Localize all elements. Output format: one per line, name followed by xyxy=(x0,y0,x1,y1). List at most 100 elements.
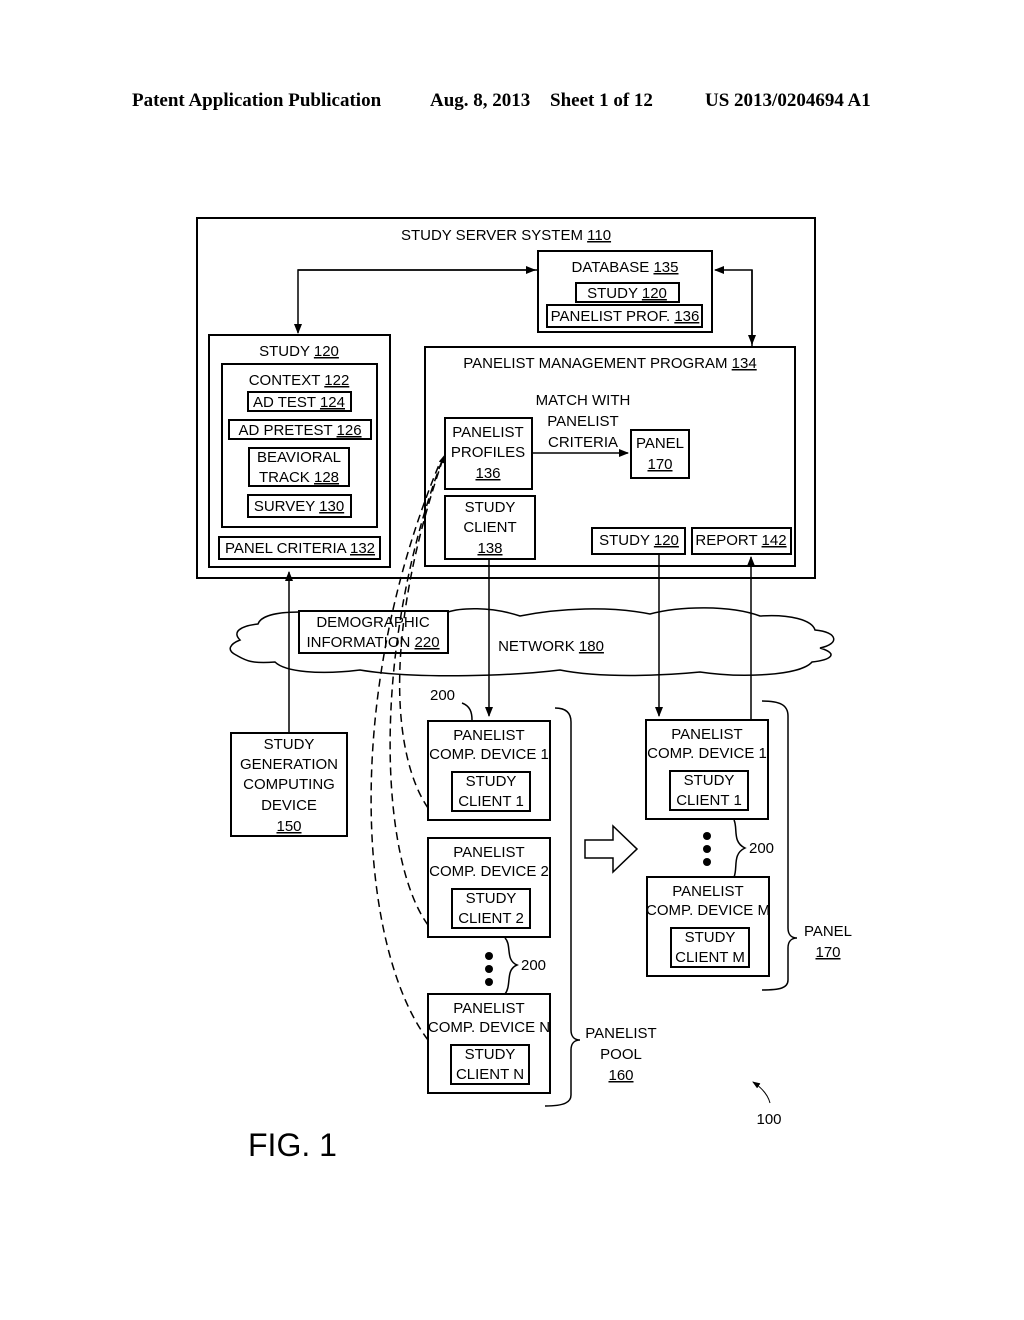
svg-text:CONTEXT 122: CONTEXT 122 xyxy=(249,372,350,389)
svg-text:PANEL CRITERIA 132: PANEL CRITERIA 132 xyxy=(225,540,375,557)
pmp-client-ref-text: 138 xyxy=(477,540,502,557)
pmp-profiles-line1-text: PANELIST xyxy=(452,424,523,441)
study-box: STUDY 120 CONTEXT 122 AD TEST 124 AD PRE… xyxy=(208,334,391,568)
pool-devices-2-client1-text: STUDY xyxy=(465,1046,516,1063)
svg-text:AD PRETEST 126: AD PRETEST 126 xyxy=(238,422,361,439)
pmp-panel-ref-text: 170 xyxy=(647,456,672,473)
demographic-ref-text: 220 xyxy=(415,634,440,651)
svg-text:REPORT 142: REPORT 142 xyxy=(695,532,786,549)
svg-text:SURVEY 130: SURVEY 130 xyxy=(254,498,344,515)
pool-device-2: PANELIST COMP. DEVICE 2 STUDY CLIENT 2 xyxy=(427,837,551,938)
demographic-line1-text: DEMOGRAPHIC xyxy=(316,614,430,631)
db-study-arrow xyxy=(294,269,538,334)
panel-devices-0-client1-text: STUDY xyxy=(684,772,735,789)
panel-devices-0-line2-text: COMP. DEVICE 1 xyxy=(647,745,767,762)
pmp-match-line1-text: MATCH WITH xyxy=(536,392,631,409)
pool-devices-2-line2-text: COMP. DEVICE N xyxy=(428,1019,550,1036)
panel-device-brace xyxy=(733,819,747,878)
demographic-information-box: DEMOGRAPHIC INFORMATION 220 xyxy=(298,610,449,654)
svg-text:AD TEST 124: AD TEST 124 xyxy=(253,394,345,411)
db-pmp-arrow xyxy=(714,266,753,346)
panel-devices-1-line1-text: PANELIST xyxy=(672,883,743,900)
study-survey-ref-text: 130 xyxy=(319,498,344,515)
panel-label: PANEL xyxy=(804,923,852,940)
study-ref-text: 120 xyxy=(314,343,339,360)
pmp-study-label-text: STUDY xyxy=(599,532,650,549)
database-label-text: DATABASE xyxy=(571,259,649,276)
demographic-line2-text: INFORMATION xyxy=(306,634,410,651)
study-behavioral-line2-text: TRACK xyxy=(259,469,310,486)
svg-text:TRACK 128: TRACK 128 xyxy=(259,469,339,486)
pool-devices-1-line2-text: COMP. DEVICE 2 xyxy=(429,863,549,880)
study-context-ref-text: 122 xyxy=(324,372,349,389)
pmp-study-ref-text: 120 xyxy=(654,532,679,549)
panel-ellipsis xyxy=(703,832,711,866)
study-ad_pretest-label-text: AD PRETEST xyxy=(238,422,332,439)
study-criteria-ref-text: 132 xyxy=(350,540,375,557)
pmp-label-text: PANELIST MANAGEMENT PROGRAM xyxy=(463,355,727,372)
database-ref-text: 135 xyxy=(653,259,678,276)
transition-arrow xyxy=(584,824,639,874)
patent-diagram: STUDY SERVER SYSTEM 110 DATABASE 135 STU… xyxy=(196,217,852,1163)
svg-text:STUDY SERVER SYSTEM 110: STUDY SERVER SYSTEM 110 xyxy=(401,227,611,244)
pmp-report-label-text: REPORT xyxy=(695,532,757,549)
panel-device-m: PANELIST COMP. DEVICE M STUDY CLIENT M xyxy=(646,876,770,977)
pool-devices-2-client2-text: CLIENT N xyxy=(456,1066,524,1083)
generator-line3-text: COMPUTING xyxy=(243,776,335,793)
pool-devices-0-line1-text: PANELIST xyxy=(453,727,524,744)
pmp-ref-text: 134 xyxy=(732,355,757,372)
panel-devices-1-line2-text: COMP. DEVICE M xyxy=(646,902,770,919)
system-ref-leader xyxy=(752,1081,771,1104)
pmp-panel-label-text: PANEL xyxy=(636,435,684,452)
panel-devices-0-line1-text: PANELIST xyxy=(671,726,742,743)
network-ref-text: 180 xyxy=(579,638,604,655)
pool-ellipsis xyxy=(485,952,493,986)
study-ad_test-ref-text: 124 xyxy=(320,394,345,411)
study-ad_test-label-text: AD TEST xyxy=(253,394,316,411)
pool-devices-1-client1-text: STUDY xyxy=(466,890,517,907)
panel-devices-1-client1-text: STUDY xyxy=(685,929,736,946)
pool-label: PANELIST xyxy=(585,1025,656,1042)
generator-line4-text: DEVICE xyxy=(261,797,317,814)
pool-device-ref: 200 xyxy=(521,957,546,974)
svg-text:STUDY 120: STUDY 120 xyxy=(599,532,679,549)
svg-text:DATABASE 135: DATABASE 135 xyxy=(571,259,678,276)
system-ref: 100 xyxy=(756,1111,781,1128)
study-survey-label-text: SURVEY xyxy=(254,498,315,515)
panel-devices-1-client2-text: CLIENT M xyxy=(675,949,745,966)
pool-devices-0-line2-text: COMP. DEVICE 1 xyxy=(429,746,549,763)
panel-device-1: PANELIST COMP. DEVICE 1 STUDY CLIENT 1 xyxy=(645,719,769,820)
panelist-management-program: PANELIST MANAGEMENT PROGRAM 134 PANELIST… xyxy=(424,346,796,567)
pmp-report-ref-text: 142 xyxy=(762,532,787,549)
study-label-text: STUDY xyxy=(259,343,310,360)
pmp-client-line1-text: STUDY xyxy=(465,499,516,516)
server-label: STUDY SERVER SYSTEM xyxy=(401,227,583,244)
pool-ref-text: 160 xyxy=(608,1067,633,1084)
pool-device-1: PANELIST COMP. DEVICE 1 STUDY CLIENT 1 xyxy=(427,720,551,821)
generator-line2-text: GENERATION xyxy=(240,756,338,773)
panel-device-ref: 200 xyxy=(749,840,774,857)
pool-line2-text: POOL xyxy=(600,1046,642,1063)
study-ad_pretest-ref-text: 126 xyxy=(337,422,362,439)
pool-device-brace xyxy=(504,937,519,995)
study-behavioral-ref-text: 128 xyxy=(314,469,339,486)
pool-devices-0-client2-text: CLIENT 1 xyxy=(458,793,524,810)
database-study-label-text: STUDY xyxy=(587,285,638,302)
pmp-match-line2-text: PANELIST xyxy=(547,413,618,430)
panel-devices-0-client2-text: CLIENT 1 xyxy=(676,792,742,809)
generator-ref-text: 150 xyxy=(276,818,301,835)
device-200-leader xyxy=(461,702,473,721)
pool-devices-1-client2-text: CLIENT 2 xyxy=(458,910,524,927)
pool-devices-0-client1-text: STUDY xyxy=(466,773,517,790)
database-study-ref-text: 120 xyxy=(642,285,667,302)
database-profiles-ref-text: 136 xyxy=(674,308,699,325)
pmp-match-line3-text: CRITERIA xyxy=(548,434,618,451)
svg-text:INFORMATION 220: INFORMATION 220 xyxy=(306,634,439,651)
device-200-label: 200 xyxy=(430,687,455,704)
figure-label: FIG. 1 xyxy=(248,1127,337,1163)
network-label: NETWORK 180 xyxy=(498,638,604,655)
pool-devices-2-line1-text: PANELIST xyxy=(453,1000,524,1017)
pool-devices-1-line1-text: PANELIST xyxy=(453,844,524,861)
study-generation-device: STUDY GENERATION COMPUTING DEVICE 150 xyxy=(230,732,348,837)
pool-device-n: PANELIST COMP. DEVICE N STUDY CLIENT N xyxy=(427,993,551,1094)
